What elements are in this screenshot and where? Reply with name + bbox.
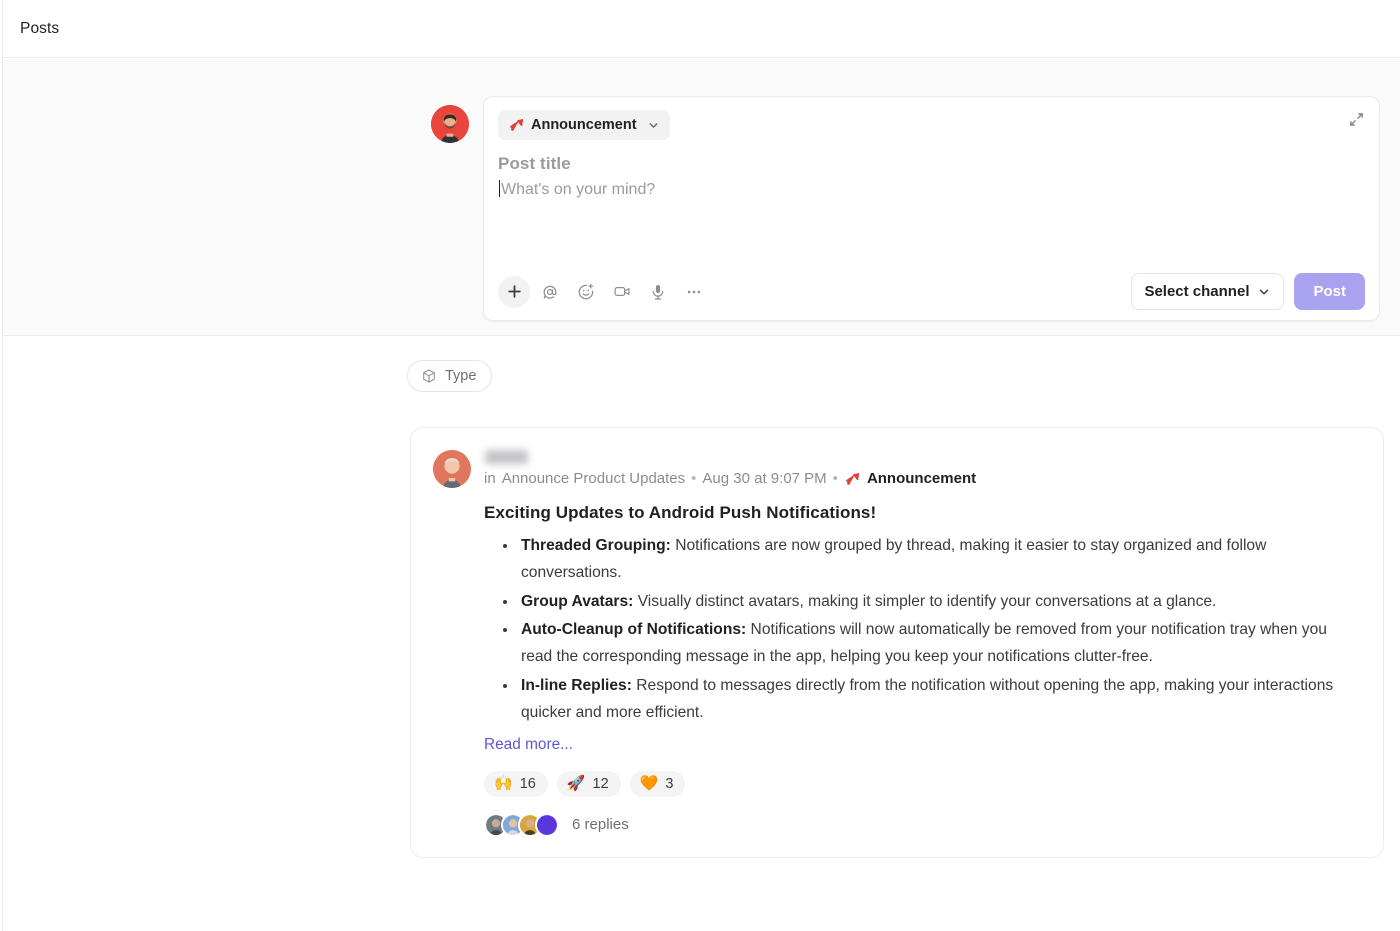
megaphone-icon	[508, 117, 524, 133]
post-author-name	[485, 450, 528, 464]
post-meta: in Announce Product Updates • Aug 30 at …	[484, 470, 1361, 487]
post-channel-link[interactable]: Announce Product Updates	[502, 470, 685, 487]
post-bullet-list: Threaded Grouping: Notifications are now…	[484, 533, 1361, 727]
bullet-lead: In-line Replies:	[521, 677, 632, 695]
more-options-icon[interactable]	[678, 276, 710, 308]
composer-tool-icons	[498, 275, 710, 308]
bullet-lead: Group Avatars:	[521, 592, 634, 610]
post-author-avatar[interactable]	[433, 450, 471, 488]
reaction-count: 3	[665, 775, 674, 792]
microphone-icon[interactable]	[642, 276, 674, 308]
reaction-chip[interactable]: 🧡 3	[629, 770, 686, 797]
megaphone-icon	[844, 471, 860, 487]
reaction-count: 12	[592, 775, 609, 792]
chevron-down-icon	[647, 119, 660, 132]
list-item: In-line Replies: Respond to messages dir…	[518, 673, 1361, 727]
channel-select[interactable]: Select channel	[1131, 273, 1285, 310]
composer-actions: Select channel Post	[1131, 273, 1365, 310]
post-body: Exciting Updates to Android Push Notific…	[433, 503, 1361, 837]
post-title: Exciting Updates to Android Push Notific…	[484, 503, 877, 522]
post-type-badge: Announcement	[866, 470, 977, 487]
meta-separator-1: •	[691, 470, 697, 487]
reaction-chip[interactable]: 🚀 12	[556, 770, 621, 797]
post-type-label: Announcement	[531, 117, 637, 133]
read-more-link[interactable]: Read more...	[484, 736, 573, 754]
chevron-down-icon	[1257, 285, 1271, 299]
channel-select-label: Select channel	[1144, 283, 1250, 300]
filter-chip-label: Type	[445, 368, 477, 384]
filter-chip-type[interactable]: Type	[407, 360, 493, 392]
list-item: Threaded Grouping: Notifications are now…	[518, 533, 1361, 587]
reaction-emoji: 🧡	[639, 775, 659, 793]
reaction-chip[interactable]: 🙌 16	[484, 770, 548, 797]
text-caret	[499, 180, 500, 197]
composer-section: Announcement Post title What's on your m…	[3, 59, 1400, 336]
post-card: in Announce Product Updates • Aug 30 at …	[410, 427, 1384, 858]
post-header-text: in Announce Product Updates • Aug 30 at …	[484, 448, 1361, 488]
current-user-avatar	[431, 105, 469, 143]
bullet-text: Visually distinct avatars, making it sim…	[633, 592, 1217, 610]
post-header: in Announce Product Updates • Aug 30 at …	[433, 448, 1361, 488]
filter-row: Type	[407, 360, 493, 392]
emoji-icon[interactable]	[570, 276, 602, 308]
list-item: Auto-Cleanup of Notifications: Notificat…	[518, 617, 1361, 671]
list-item: Group Avatars: Visually distinct avatars…	[518, 589, 1361, 616]
replies-count-label: 6 replies	[572, 816, 629, 834]
bullet-lead: Threaded Grouping:	[521, 537, 671, 554]
avatar	[535, 812, 559, 837]
post-body-placeholder: What's on your mind?	[501, 181, 656, 198]
post-meta-in-label: in	[484, 470, 496, 487]
post-type-selector[interactable]: Announcement	[498, 110, 670, 140]
post-composer: Announcement Post title What's on your m…	[483, 96, 1380, 321]
page-header: Posts	[3, 0, 1400, 58]
expand-icon[interactable]	[1345, 108, 1367, 130]
reaction-emoji: 🙌	[494, 775, 513, 793]
replies-row[interactable]: 6 replies	[484, 812, 1361, 837]
post-body-input[interactable]: What's on your mind?	[498, 180, 1365, 199]
add-icon[interactable]	[498, 275, 530, 308]
bullet-text: Respond to messages directly from the no…	[521, 677, 1334, 721]
reactions-row: 🙌 16 🚀 12 🧡 3	[484, 770, 1361, 797]
post-button[interactable]: Post	[1294, 273, 1365, 310]
meta-separator-2: •	[832, 470, 838, 487]
reaction-emoji: 🚀	[566, 775, 586, 793]
reaction-count: 16	[519, 775, 536, 792]
mention-icon[interactable]	[534, 276, 566, 308]
composer-row: Announcement Post title What's on your m…	[431, 96, 1380, 321]
video-icon[interactable]	[606, 276, 638, 308]
post-title-input[interactable]: Post title	[498, 154, 1365, 174]
posts-feed: Type in Announce Product Updates • Aug 3…	[3, 336, 1400, 931]
bullet-lead: Auto-Cleanup of Notifications:	[521, 621, 747, 639]
composer-toolbar: Select channel Post	[498, 273, 1365, 310]
reply-avatar-stack	[484, 812, 559, 837]
page-title: Posts	[20, 19, 60, 37]
post-timestamp: Aug 30 at 9:07 PM	[702, 470, 827, 487]
cube-icon	[421, 368, 437, 384]
